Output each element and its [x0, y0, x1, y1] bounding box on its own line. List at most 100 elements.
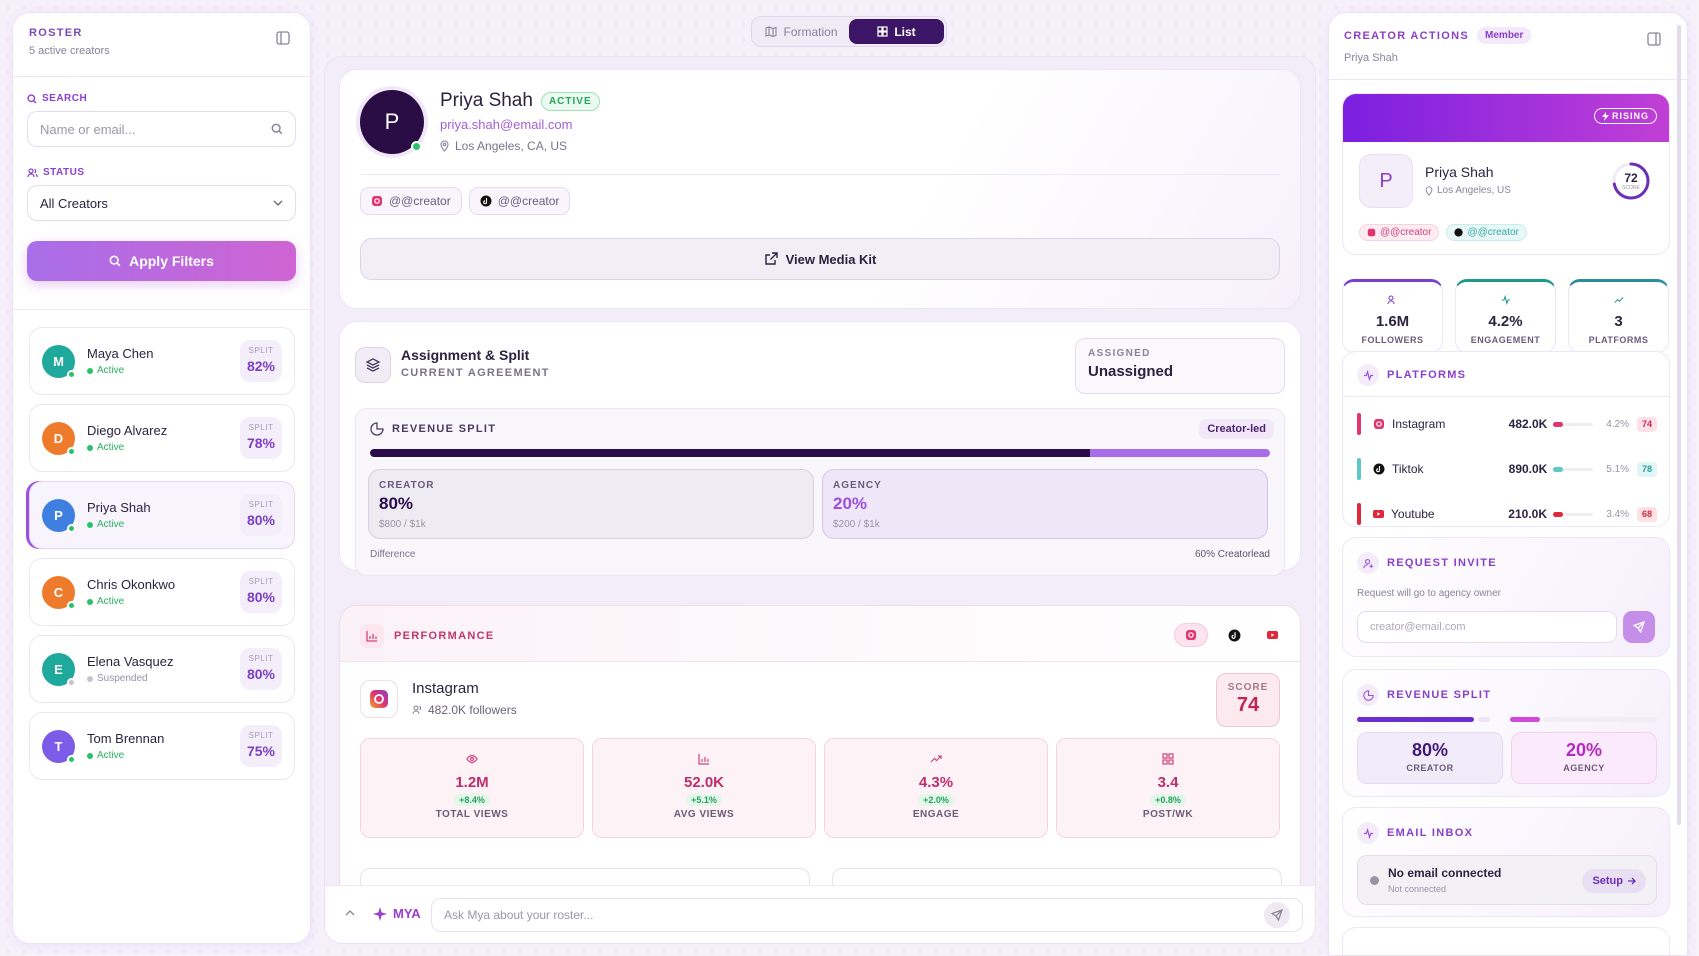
tiktok-handle-chip[interactable]: @@creator — [468, 187, 571, 215]
roster-header: ROSTER 5 active creators — [13, 13, 310, 77]
invite-email-input[interactable]: creator@email.com — [1357, 611, 1617, 643]
main-content: P Priya Shah ACTIVE priya.shah@email.com… — [324, 56, 1316, 944]
status-label: STATUS — [27, 167, 296, 178]
assignment-card: Assignment & Split CURRENT AGREEMENT ASS… — [339, 321, 1301, 576]
arrow-right-icon — [1627, 877, 1636, 885]
creator-split: SPLIT 82% — [240, 340, 282, 382]
score-ring: 72 SCORE — [1611, 161, 1651, 201]
profile-card: P Priya Shah ACTIVE priya.shah@email.com… — [339, 69, 1301, 309]
search-icon — [271, 123, 283, 135]
instagram-handle-chip[interactable]: @@creator — [1359, 224, 1440, 241]
creator-list-item[interactable]: E Elena Vasquez Suspended SPLIT 80% — [29, 635, 295, 703]
creator-avatar: P — [42, 498, 76, 533]
creator-avatar: E — [42, 652, 76, 687]
creator-summary-card: RISING P Priya Shah Los Angeles, US 72 S… — [1342, 93, 1670, 255]
grid-icon — [877, 26, 888, 37]
scrollbar[interactable] — [1677, 25, 1681, 825]
formation-tab[interactable]: Formation — [754, 19, 849, 44]
users-icon — [412, 705, 423, 715]
instagram-handle-chip[interactable]: @@creator — [360, 187, 462, 215]
platform-row[interactable]: Instagram 482.0K 4.2% 74 — [1357, 412, 1657, 436]
stat-card: 4.2% ENGAGEMENT — [1455, 279, 1556, 353]
revenue-split-box: REVENUE SPLIT Creator-led CREATOR 80% $8… — [355, 408, 1285, 576]
chevron-up-icon[interactable] — [345, 910, 355, 916]
creator-name: Tom Brennan — [87, 731, 165, 746]
lightning-icon — [1601, 111, 1609, 121]
profile-name: Priya Shah — [440, 90, 533, 111]
collapse-sidebar-icon[interactable] — [276, 31, 290, 45]
platform-row[interactable]: Tiktok 890.0K 5.1% 78 — [1357, 457, 1657, 481]
search-icon — [27, 93, 37, 104]
platform-row[interactable]: Youtube 210.0K 3.4% 68 — [1357, 502, 1657, 526]
request-invite-card: REQUEST INVITE Request will go to agency… — [1342, 537, 1670, 657]
collapse-panel-icon[interactable] — [1647, 32, 1661, 46]
platforms-card: PLATFORMS Instagram 482.0K 4.2% 74 Tikto… — [1342, 351, 1670, 527]
revenue-split-bar — [370, 449, 1270, 457]
instagram-filter-button[interactable] — [1174, 623, 1208, 647]
creator-status: Active — [87, 519, 151, 530]
creator-list-item[interactable]: M Maya Chen Active SPLIT 82% — [29, 327, 295, 395]
mya-label: MYA — [393, 906, 421, 921]
platform-name: Instagram — [412, 680, 479, 697]
pie-chart-icon — [370, 422, 384, 436]
instagram-icon — [1367, 228, 1376, 237]
users-icon — [27, 167, 38, 178]
email-setup-button[interactable]: Setup — [1582, 869, 1646, 893]
profile-email[interactable]: priya.shah@email.com — [440, 117, 600, 132]
apply-filters-button[interactable]: Apply Filters — [27, 241, 296, 281]
creator-led-tag: Creator-led — [1199, 419, 1274, 439]
list-tab[interactable]: List — [849, 19, 944, 44]
status-badge: ACTIVE — [540, 91, 600, 111]
creator-avatar: T — [42, 729, 76, 764]
creator-status: Suspended — [87, 673, 174, 684]
user-plus-icon — [1357, 552, 1379, 574]
search-icon — [109, 255, 121, 267]
tiktok-filter-button[interactable] — [1222, 623, 1246, 647]
send-invite-button[interactable] — [1623, 611, 1655, 643]
platforms-title: PLATFORMS — [1387, 369, 1467, 381]
creator-list-item[interactable]: D Diego Alvarez Active SPLIT 78% — [29, 404, 295, 472]
status-select[interactable]: All Creators — [27, 185, 296, 221]
performance-title: PERFORMANCE — [394, 630, 495, 642]
eye-icon — [466, 753, 478, 765]
email-status-box: No email connected Not connected Setup — [1357, 855, 1657, 905]
chevron-down-icon — [273, 200, 283, 206]
profile-location: Los Angeles, CA, US — [440, 139, 600, 153]
stat-card: 1.6M FOLLOWERS — [1342, 279, 1443, 353]
instagram-icon — [1373, 418, 1385, 430]
activity-icon — [1500, 295, 1512, 305]
creator-split: SPLIT 80% — [240, 571, 282, 613]
metric-card: 4.3% +2.0% ENGAGE — [824, 738, 1048, 838]
pie-chart-icon — [1357, 684, 1379, 706]
stat-card: 3 PLATFORMS — [1568, 279, 1669, 353]
send-icon[interactable] — [1264, 902, 1290, 928]
assigned-box[interactable]: ASSIGNED Unassigned — [1075, 338, 1285, 394]
creator-split: SPLIT 75% — [240, 725, 282, 767]
search-input[interactable]: Name or email... — [27, 111, 296, 147]
creator-actions-panel: CREATOR ACTIONS Member Priya Shah RISING… — [1328, 12, 1688, 956]
metric-card: 1.2M +8.4% TOTAL VIEWS — [360, 738, 584, 838]
creator-list-item[interactable]: T Tom Brennan Active SPLIT 75% — [29, 712, 295, 780]
location-pin-icon — [440, 140, 449, 152]
creator-name: Maya Chen — [87, 346, 154, 361]
youtube-filter-button[interactable] — [1260, 623, 1284, 647]
tiktok-icon — [1454, 228, 1464, 237]
creator-status: Active — [87, 442, 167, 453]
trending-up-icon — [930, 753, 942, 765]
creator-list-item[interactable]: P Priya Shah Active SPLIT 80% — [29, 481, 295, 549]
grid-icon — [1162, 753, 1174, 765]
trending-up-icon — [1613, 295, 1625, 305]
mya-input[interactable]: Ask Mya about your roster... — [431, 898, 1303, 932]
view-media-kit-button[interactable]: View Media Kit — [360, 238, 1280, 280]
creator-name: Elena Vasquez — [87, 654, 174, 669]
platform-followers: 482.0K followers — [428, 703, 517, 717]
summary-name: Priya Shah — [1425, 164, 1494, 180]
difference-value: 60% Creatorlead — [1194, 549, 1270, 560]
creator-list-item[interactable]: C Chris Okonkwo Active SPLIT 80% — [29, 558, 295, 626]
creator-split-box: 80% CREATOR — [1357, 732, 1503, 784]
search-label: SEARCH — [27, 93, 296, 104]
tiktok-icon — [480, 195, 492, 207]
tiktok-handle-chip[interactable]: @@creator — [1446, 224, 1527, 241]
creator-status: Active — [87, 365, 153, 376]
creator-avatar: M — [42, 344, 76, 379]
